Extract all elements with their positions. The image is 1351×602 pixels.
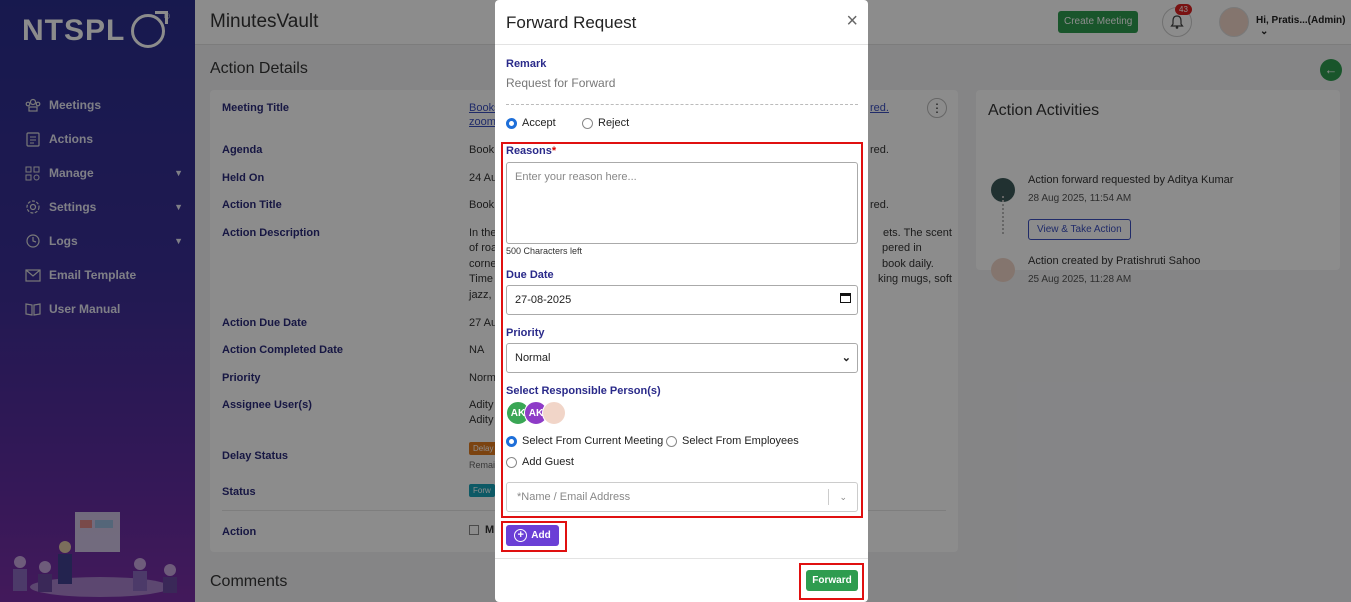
divider	[506, 104, 858, 105]
divider	[495, 558, 868, 559]
highlight-box	[501, 142, 863, 518]
modal-title: Forward Request	[506, 13, 637, 32]
reject-radio[interactable]: Reject	[582, 117, 629, 129]
close-icon[interactable]: ×	[846, 11, 858, 31]
remark-label: Remark	[506, 58, 547, 70]
modal-header: Forward Request ×	[495, 0, 868, 45]
reject-label: Reject	[598, 117, 630, 129]
accept-label: Accept	[522, 117, 556, 129]
accept-radio[interactable]: Accept	[506, 117, 556, 129]
remark-value: Request for Forward	[506, 76, 616, 90]
highlight-box	[799, 563, 864, 600]
highlight-box	[501, 521, 567, 552]
radio-selected-icon	[506, 117, 517, 129]
radio-unselected-icon	[582, 117, 593, 129]
